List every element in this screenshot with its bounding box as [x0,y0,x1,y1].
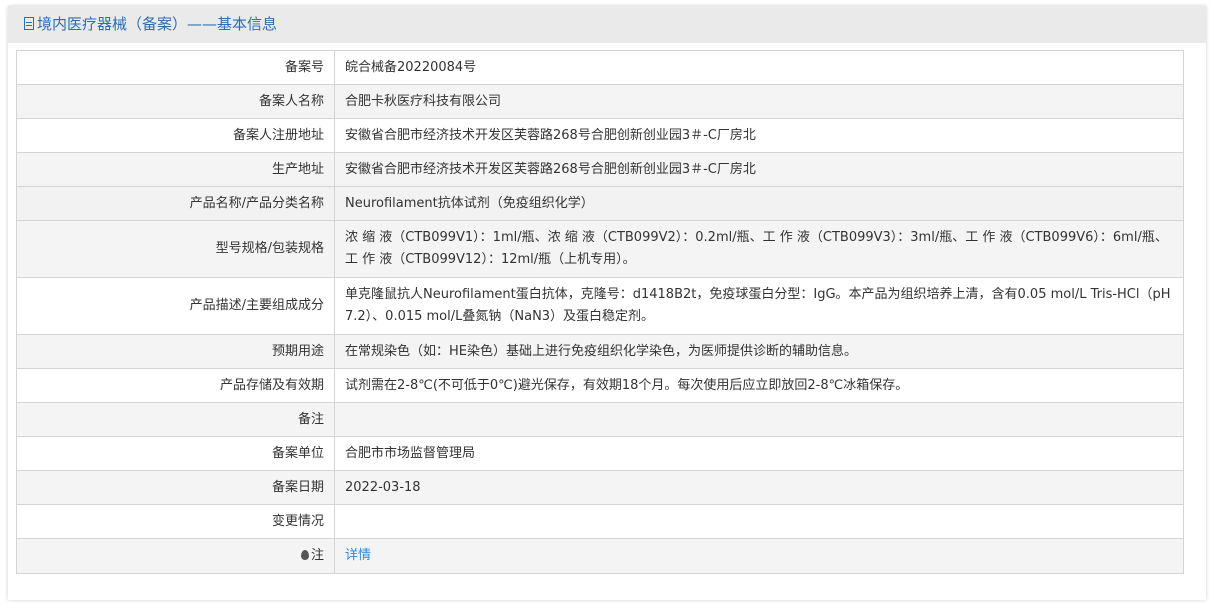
row-label: 备案单位 [16,436,335,471]
row-label: 备注 [16,402,335,437]
row-label: 预期用途 [16,334,335,369]
table-row: 备案日期 2022-03-18 [16,470,1184,505]
row-label: 生产地址 [16,152,335,187]
row-value [334,402,1184,437]
row-value: Neurofilament抗体试剂（免疫组织化学） [334,186,1184,221]
table-row: 备案人注册地址 安徽省合肥市经济技术开发区芙蓉路268号合肥创新创业园3＃-C厂… [16,118,1184,153]
info-table: 备案号 皖合械备20220084号 备案人名称 合肥卡秋医疗科技有限公司 备案人… [16,50,1184,574]
row-label: 产品名称/产品分类名称 [16,186,335,221]
row-value: 合肥卡秋医疗科技有限公司 [334,84,1184,119]
row-value [334,504,1184,539]
table-row: 备案单位 合肥市市场监督管理局 [16,436,1184,471]
note-row: 注 详情 [16,538,1184,574]
row-value: 在常规染色（如：HE染色）基础上进行免疫组织化学染色，为医师提供诊断的辅助信息。 [334,334,1184,369]
row-value: 试剂需在2-8℃(不可低于0℃)避光保存，有效期18个月。每次使用后应立即放回2… [334,368,1184,403]
note-value-cell: 详情 [334,538,1184,574]
table-row: 型号规格/包装规格 浓 缩 液（CTB099V1）：1ml/瓶、浓 缩 液（CT… [16,220,1184,278]
table-row: 备案人名称 合肥卡秋医疗科技有限公司 [16,84,1184,119]
table-row: 生产地址 安徽省合肥市经济技术开发区芙蓉路268号合肥创新创业园3＃-C厂房北 [16,152,1184,187]
table-row: 产品存储及有效期 试剂需在2-8℃(不可低于0℃)避光保存，有效期18个月。每次… [16,368,1184,403]
table-row: 变更情况 [16,504,1184,539]
page-title: 境内医疗器械（备案）——基本信息 [37,15,278,33]
row-value: 合肥市市场监督管理局 [334,436,1184,471]
row-label: 备案人注册地址 [16,118,335,153]
table-row: 备注 [16,402,1184,437]
document-icon [24,17,34,30]
details-link[interactable]: 详情 [345,548,371,563]
note-label: 注 [310,548,324,563]
table-row: 预期用途 在常规染色（如：HE染色）基础上进行免疫组织化学染色，为医师提供诊断的… [16,334,1184,369]
table-row: 产品描述/主要组成成分 单克隆鼠抗人Neurofilament蛋白抗体，克隆号：… [16,277,1184,335]
row-value: 安徽省合肥市经济技术开发区芙蓉路268号合肥创新创业园3＃-C厂房北 [334,152,1184,187]
pin-icon [300,550,309,560]
row-label: 备案号 [16,50,335,85]
row-value: 皖合械备20220084号 [334,50,1184,85]
row-label: 产品存储及有效期 [16,368,335,403]
panel-header: 境内医疗器械（备案）——基本信息 [8,6,1206,43]
row-value: 2022-03-18 [334,470,1184,505]
row-label: 变更情况 [16,504,335,539]
table-row: 备案号 皖合械备20220084号 [16,50,1184,85]
row-label: 型号规格/包装规格 [16,220,335,278]
table-row: 产品名称/产品分类名称 Neurofilament抗体试剂（免疫组织化学） [16,186,1184,221]
note-label-cell: 注 [16,538,335,574]
row-value: 单克隆鼠抗人Neurofilament蛋白抗体，克隆号：d1418B2t，免疫球… [334,277,1184,335]
row-value: 浓 缩 液（CTB099V1）：1ml/瓶、浓 缩 液（CTB099V2）：0.… [334,220,1184,278]
row-value: 安徽省合肥市经济技术开发区芙蓉路268号合肥创新创业园3＃-C厂房北 [334,118,1184,153]
row-label: 产品描述/主要组成成分 [16,277,335,335]
row-label: 备案日期 [16,470,335,505]
row-label: 备案人名称 [16,84,335,119]
